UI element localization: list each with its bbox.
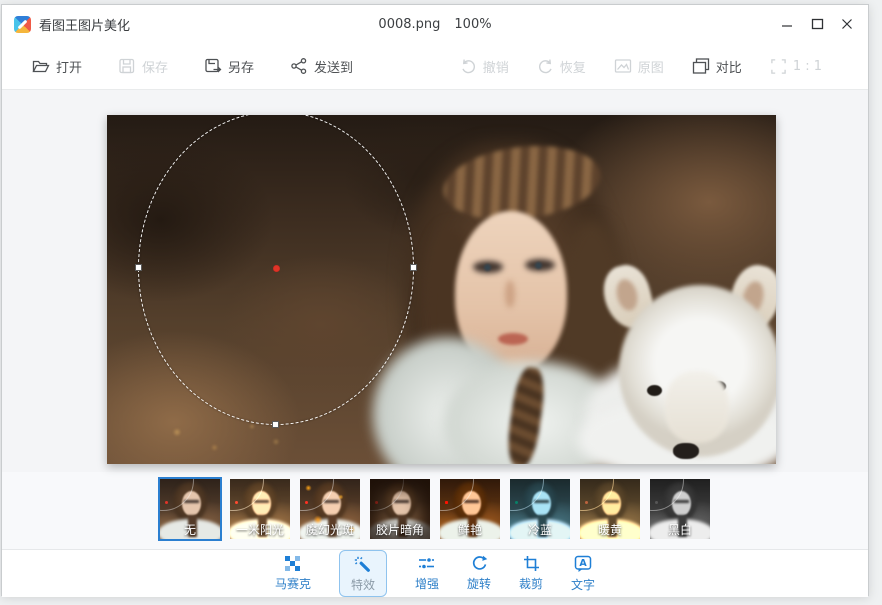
selection-center-marker[interactable] — [273, 265, 280, 272]
app-window: 看图王图片美化 0008.png 100% 打开 保存 — [1, 4, 869, 596]
effects-tool[interactable]: 特效 — [339, 550, 387, 597]
minimize-icon — [781, 18, 793, 30]
selection-handle-left[interactable] — [135, 264, 142, 271]
filter-thumb-cool-blue[interactable]: 冷蓝 — [508, 477, 572, 541]
crop-tool[interactable]: 裁剪 — [519, 555, 543, 592]
document-info: 0008.png 100% — [378, 5, 491, 43]
folder-open-icon — [32, 57, 50, 75]
close-button[interactable] — [832, 10, 862, 38]
picture-icon — [614, 57, 632, 75]
save-as-icon — [204, 57, 222, 75]
share-icon — [290, 57, 308, 75]
workspace — [2, 90, 868, 472]
one-to-one-button[interactable]: 1 : 1 — [770, 57, 822, 76]
sliders-icon — [418, 555, 435, 572]
selection-handle-right[interactable] — [410, 264, 417, 271]
photo-canvas[interactable] — [107, 115, 776, 464]
save-as-button[interactable]: 另存 — [204, 57, 254, 76]
filter-thumb-magic-bokeh[interactable]: 魔幻光斑 — [298, 477, 362, 541]
maximize-icon — [811, 18, 824, 30]
compare-button[interactable]: 对比 — [692, 57, 742, 76]
one-to-one-icon — [770, 58, 787, 75]
app-title: 看图王图片美化 — [39, 15, 130, 34]
filter-thumb-film-vignette[interactable]: 胶片暗角 — [368, 477, 432, 541]
filter-thumb-sunshine[interactable]: 一米阳光 — [228, 477, 292, 541]
zoom-level: 100% — [454, 17, 491, 32]
redo-button[interactable]: 恢复 — [537, 57, 586, 76]
document-filename: 0008.png — [378, 17, 440, 32]
rotate-icon — [471, 555, 488, 572]
titlebar: 看图王图片美化 0008.png 100% — [2, 5, 868, 43]
minimize-button[interactable] — [772, 10, 802, 38]
filter-thumb-none[interactable]: 无 — [158, 477, 222, 541]
close-icon — [841, 18, 853, 30]
undo-button[interactable]: 撤销 — [460, 57, 509, 76]
enhance-tool[interactable]: 增强 — [415, 555, 439, 592]
save-button[interactable]: 保存 — [118, 57, 168, 76]
filter-strip: 无 一米阳光 魔幻光斑 胶片暗角 鲜艳 冷蓝 暖黄 黑白 — [2, 472, 868, 549]
mosaic-tool[interactable]: 马赛克 — [275, 555, 311, 592]
text-bubble-icon: A — [574, 555, 592, 573]
rotate-tool[interactable]: 旋转 — [467, 555, 491, 592]
filter-thumb-black-white[interactable]: 黑白 — [648, 477, 712, 541]
maximize-button[interactable] — [802, 10, 832, 38]
crop-icon — [523, 555, 540, 572]
mosaic-icon — [284, 555, 301, 572]
app-logo-icon — [14, 16, 31, 33]
main-toolbar: 打开 保存 另存 发送到 撤销 恢复 — [2, 43, 868, 90]
window-controls — [772, 10, 868, 38]
selection-ellipse[interactable] — [138, 115, 414, 425]
text-tool[interactable]: A 文字 — [571, 555, 595, 593]
redo-icon — [537, 58, 554, 75]
magic-wand-icon — [354, 556, 371, 573]
send-to-button[interactable]: 发送到 — [290, 57, 353, 76]
compare-icon — [692, 57, 710, 75]
save-icon — [118, 57, 136, 75]
bottom-toolbar: 马赛克 特效 增强 旋转 裁剪 A 文字 — [2, 549, 868, 597]
open-button[interactable]: 打开 — [32, 57, 82, 76]
original-image-button[interactable]: 原图 — [614, 57, 664, 76]
filter-thumb-warm-yellow[interactable]: 暖黄 — [578, 477, 642, 541]
undo-icon — [460, 58, 477, 75]
selection-handle-bottom[interactable] — [272, 421, 279, 428]
filter-thumb-vivid[interactable]: 鲜艳 — [438, 477, 502, 541]
svg-text:A: A — [579, 558, 587, 569]
